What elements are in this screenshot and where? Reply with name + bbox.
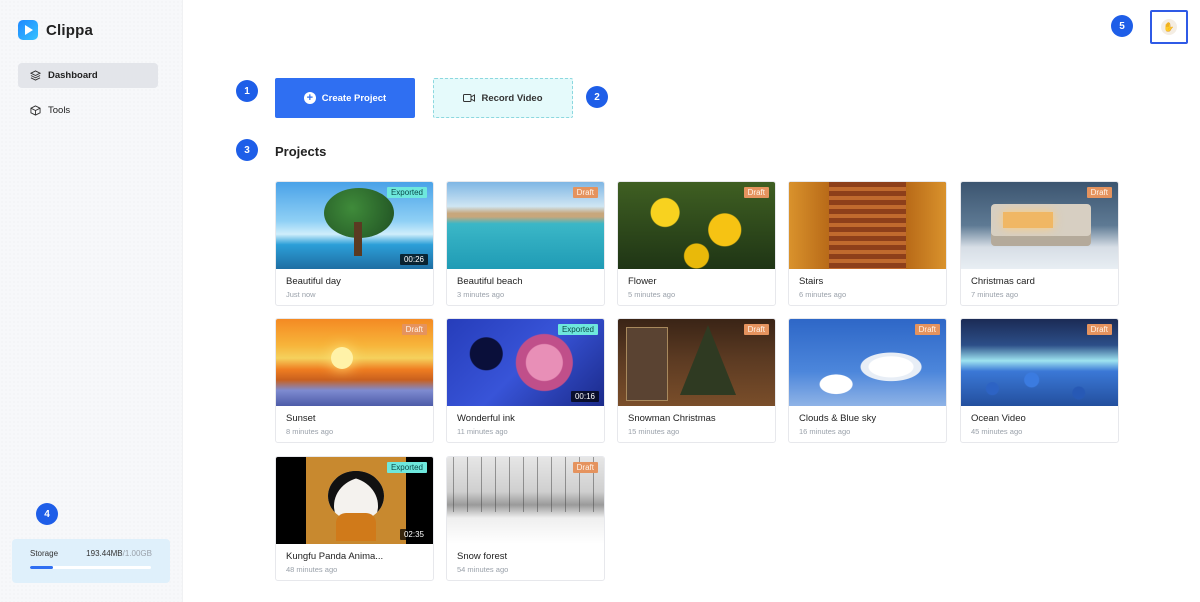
status-badge: Draft bbox=[743, 324, 769, 335]
user-avatar-icon: ✋ bbox=[1163, 21, 1175, 32]
sidebar-item-tools[interactable]: Tools bbox=[18, 98, 158, 123]
projects-heading: Projects bbox=[275, 144, 327, 159]
app-logo[interactable]: Clippa bbox=[18, 20, 93, 40]
status-badge: Draft bbox=[401, 324, 427, 335]
step-marker-4: 4 bbox=[36, 503, 58, 525]
clippa-logo-icon bbox=[18, 20, 38, 40]
project-name: Snowman Christmas bbox=[628, 413, 716, 424]
sidebar-item-dashboard[interactable]: Dashboard bbox=[18, 63, 158, 88]
status-badge: Draft bbox=[914, 187, 940, 198]
plus-circle-icon: + bbox=[303, 92, 316, 104]
project-card[interactable]: Draft Snowman Christmas 15 minutes ago bbox=[617, 318, 776, 443]
duration-badge: 00:26 bbox=[399, 254, 428, 265]
create-project-button[interactable]: + Create Project bbox=[275, 78, 415, 118]
storage-usage: 193.44MB/1.00GB bbox=[86, 549, 152, 558]
storage-progress-bar bbox=[30, 566, 151, 569]
duration-badge: 00:16 bbox=[570, 391, 599, 402]
project-card[interactable]: Exported 00:16 Wonderful ink 11 minutes … bbox=[446, 318, 605, 443]
project-time: Just now bbox=[286, 290, 316, 299]
project-card[interactable]: Draft Stairs 6 minutes ago bbox=[788, 181, 947, 306]
project-thumbnail: Draft bbox=[961, 182, 1118, 269]
status-badge: Exported bbox=[557, 324, 598, 335]
step-marker-1: 1 bbox=[236, 80, 258, 102]
status-badge: Draft bbox=[572, 187, 598, 198]
project-card[interactable]: Draft Sunset 8 minutes ago bbox=[275, 318, 434, 443]
storage-label: Storage bbox=[30, 549, 59, 558]
create-project-label: Create Project bbox=[321, 92, 387, 104]
project-card[interactable]: Draft Clouds & Blue sky 16 minutes ago bbox=[788, 318, 947, 443]
status-badge: Draft bbox=[1086, 187, 1112, 198]
storage-panel: Storage 193.44MB/1.00GB bbox=[12, 539, 170, 583]
project-name: Christmas card bbox=[971, 276, 1035, 287]
project-thumbnail: Draft bbox=[789, 319, 946, 406]
project-name: Sunset bbox=[286, 413, 316, 424]
box-icon bbox=[30, 105, 41, 116]
project-time: 5 minutes ago bbox=[628, 290, 676, 299]
project-thumbnail: Draft bbox=[618, 182, 775, 269]
avatar: ✋ bbox=[1161, 19, 1177, 35]
project-card[interactable]: Draft Beautiful beach 3 minutes ago bbox=[446, 181, 605, 306]
project-card[interactable]: Exported 00:26 Beautiful day Just now bbox=[275, 181, 434, 306]
project-thumbnail: Exported 00:26 bbox=[276, 182, 433, 269]
project-time: 11 minutes ago bbox=[457, 427, 508, 436]
step-marker-3: 3 bbox=[236, 139, 258, 161]
project-thumbnail: Draft bbox=[447, 182, 604, 269]
duration-badge: 02:35 bbox=[399, 529, 428, 540]
user-avatar-button[interactable]: ✋ bbox=[1150, 10, 1188, 44]
sidebar: Clippa Dashboard Tools Storage 193.44MB/… bbox=[0, 0, 183, 602]
project-name: Beautiful beach bbox=[457, 276, 523, 287]
project-thumbnail: Draft bbox=[276, 319, 433, 406]
layers-icon bbox=[30, 70, 41, 81]
status-badge: Exported bbox=[386, 462, 427, 473]
project-time: 15 minutes ago bbox=[628, 427, 680, 436]
project-time: 48 minutes ago bbox=[286, 565, 338, 574]
status-badge: Draft bbox=[1086, 324, 1112, 335]
project-name: Snow forest bbox=[457, 551, 508, 562]
record-video-button[interactable]: Record Video bbox=[433, 78, 573, 118]
project-time: 3 minutes ago bbox=[457, 290, 505, 299]
project-card[interactable]: Draft Snow forest 54 minutes ago bbox=[446, 456, 605, 581]
project-thumbnail: Draft bbox=[618, 319, 775, 406]
status-badge: Draft bbox=[914, 324, 940, 335]
project-time: 8 minutes ago bbox=[286, 427, 334, 436]
status-badge: Draft bbox=[572, 462, 598, 473]
project-card[interactable]: Exported 02:35 Kungfu Panda Anima... 48 … bbox=[275, 456, 434, 581]
project-thumbnail: Draft bbox=[447, 457, 604, 544]
sidebar-item-label: Dashboard bbox=[48, 70, 98, 81]
project-name: Ocean Video bbox=[971, 413, 1026, 424]
project-thumbnail: Exported 00:16 bbox=[447, 319, 604, 406]
project-card[interactable]: Draft Christmas card 7 minutes ago bbox=[960, 181, 1119, 306]
step-marker-5: 5 bbox=[1111, 15, 1133, 37]
app-name: Clippa bbox=[46, 21, 94, 39]
record-video-label: Record Video bbox=[481, 92, 543, 104]
project-name: Flower bbox=[628, 276, 657, 287]
project-thumbnail: Draft bbox=[789, 182, 946, 269]
project-name: Kungfu Panda Anima... bbox=[286, 551, 384, 562]
project-name: Stairs bbox=[799, 276, 824, 287]
project-thumbnail: Exported 02:35 bbox=[276, 457, 433, 544]
sidebar-item-label: Tools bbox=[48, 105, 71, 116]
project-time: 7 minutes ago bbox=[971, 290, 1019, 299]
project-thumbnail: Draft bbox=[961, 319, 1118, 406]
storage-total: /1.00GB bbox=[122, 549, 152, 558]
project-card[interactable]: Draft Ocean Video 45 minutes ago bbox=[960, 318, 1119, 443]
project-time: 16 minutes ago bbox=[799, 427, 851, 436]
project-time: 45 minutes ago bbox=[971, 427, 1023, 436]
storage-used: 193.44MB bbox=[86, 549, 123, 558]
video-camera-icon bbox=[463, 94, 476, 102]
storage-progress-fill bbox=[30, 566, 53, 569]
step-marker-2: 2 bbox=[586, 86, 608, 108]
project-time: 6 minutes ago bbox=[799, 290, 847, 299]
status-badge: Draft bbox=[743, 187, 769, 198]
project-card[interactable]: Draft Flower 5 minutes ago bbox=[617, 181, 776, 306]
project-name: Clouds & Blue sky bbox=[799, 413, 877, 424]
status-badge: Exported bbox=[386, 187, 427, 198]
project-time: 54 minutes ago bbox=[457, 565, 509, 574]
project-name: Beautiful day bbox=[286, 276, 341, 287]
project-name: Wonderful ink bbox=[457, 413, 515, 424]
